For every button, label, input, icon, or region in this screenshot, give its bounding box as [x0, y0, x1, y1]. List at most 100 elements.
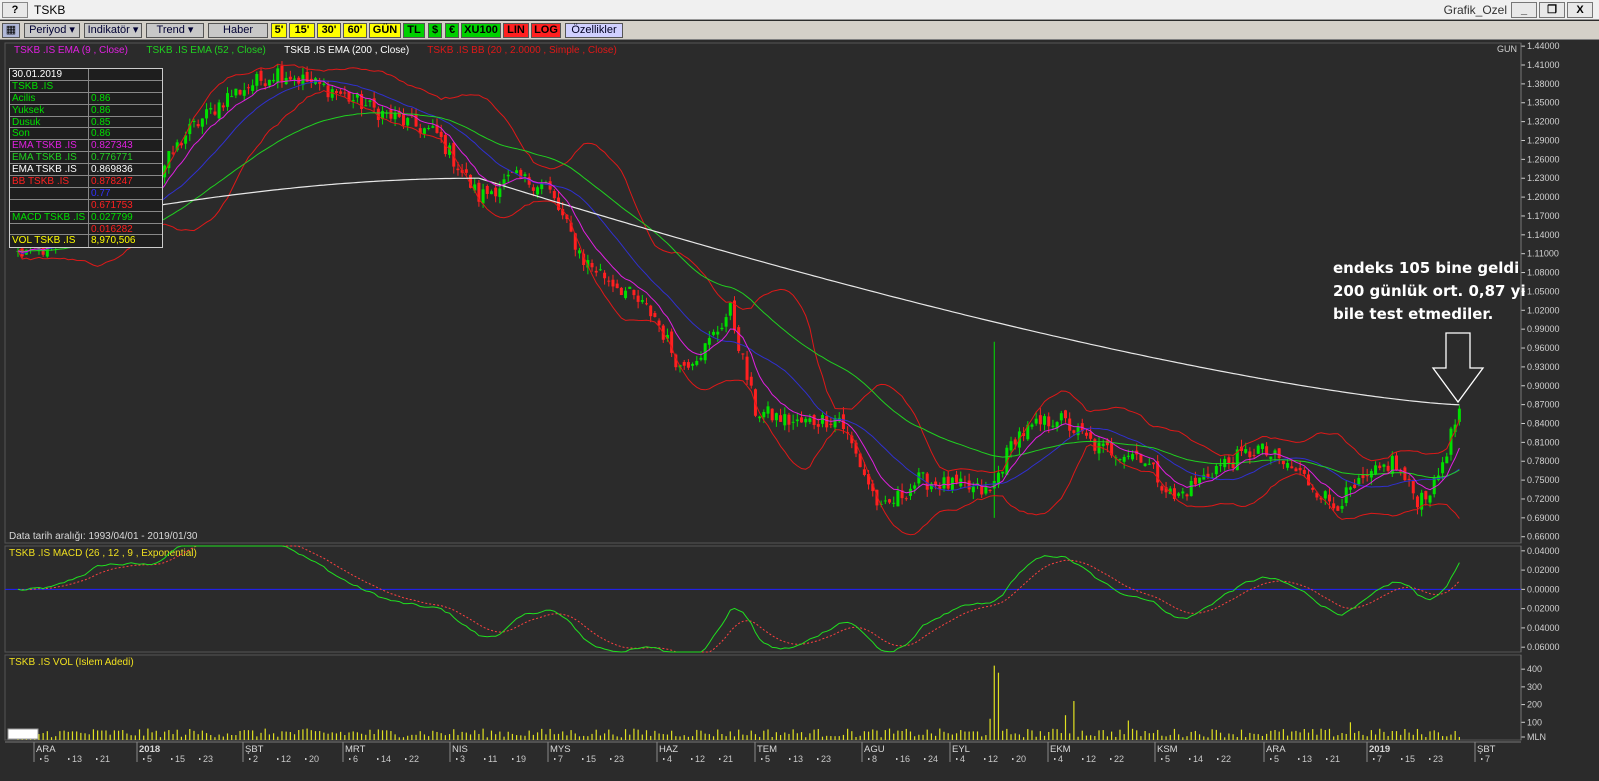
candle-body	[1252, 455, 1256, 457]
toolbar-button-12[interactable]: XU100	[461, 23, 501, 38]
candle-body	[431, 126, 435, 128]
day-tick	[1217, 758, 1219, 760]
candle-body	[217, 102, 221, 119]
toolbar-button-11[interactable]: €	[445, 23, 459, 38]
toolbar-button-14[interactable]: LOG	[531, 23, 561, 38]
candle-body	[1177, 493, 1181, 496]
candle-body	[293, 78, 297, 80]
candle-body	[1185, 494, 1189, 497]
toolbar-button-3[interactable]: Haber	[208, 23, 268, 38]
day-label: 2	[253, 754, 258, 764]
y-tick-label: 1.32000	[1527, 117, 1560, 127]
candle-body	[728, 302, 732, 316]
candle-body	[489, 191, 493, 195]
volume-title: TSKB .IS VOL (Islem Adedi)	[9, 657, 134, 668]
day-label: 5	[1274, 754, 1279, 764]
candle-body	[1298, 467, 1302, 471]
toolbar-button-5[interactable]: 15'	[289, 23, 315, 38]
day-tick	[1012, 758, 1014, 760]
candle-body	[883, 500, 887, 502]
toolbar-button-4[interactable]: 5'	[271, 23, 287, 38]
info-row: 0.77	[10, 187, 162, 200]
candle-body	[737, 327, 741, 351]
candle-body	[1064, 410, 1067, 419]
window-titlebar: ? TSKB Grafik_Ozel _ ❐ X	[0, 0, 1599, 20]
y-tick-label: 1.35000	[1527, 98, 1560, 108]
candle-body	[1277, 448, 1281, 459]
toolbar-button-0[interactable]: Periyod ▾	[24, 23, 80, 38]
candle-body	[1378, 465, 1382, 469]
toolbar-button-9[interactable]: TL	[403, 23, 425, 38]
candle-body	[1097, 442, 1101, 454]
info-row: BB TSKB .IS 0.878247	[10, 176, 162, 188]
toolbar-button-1[interactable]: Indikatör ▾	[84, 23, 142, 38]
candle-body	[1290, 466, 1294, 469]
day-tick	[277, 758, 279, 760]
candle-body	[1445, 456, 1449, 464]
info-value: 0.878247	[91, 176, 133, 187]
candle-body	[716, 331, 720, 335]
day-tick	[896, 758, 898, 760]
candle-body	[1089, 432, 1093, 439]
legend-entry: TSKB .IS EMA (52 , Close)	[146, 45, 265, 56]
candle-body	[1047, 416, 1051, 427]
candle-body	[1441, 462, 1445, 474]
info-value: 0.827343	[91, 140, 133, 152]
y-tick-label: 0.96000	[1527, 343, 1560, 353]
app-icon: ▦	[2, 23, 20, 38]
info-value	[89, 81, 162, 92]
candle-body	[552, 191, 556, 199]
y-tick-label: 1.29000	[1527, 135, 1560, 145]
info-box: 30.01.2019 TSKB .IS Acilis 0.86 Yuksek 0.86…	[9, 68, 163, 249]
candle-body	[611, 279, 615, 287]
toolbar-button-15[interactable]: Özellikler	[565, 23, 623, 38]
annotation-line: endeks 105 bine geldi	[1333, 259, 1520, 277]
day-tick	[1161, 758, 1163, 760]
help-button[interactable]: ?	[2, 2, 28, 18]
info-value: 0.027799	[91, 211, 133, 223]
day-label: 22	[1221, 754, 1231, 764]
candle-body	[699, 357, 703, 360]
candle-body	[1151, 462, 1155, 465]
y-tick-label: 1.44000	[1527, 41, 1560, 51]
day-label: 20	[309, 754, 319, 764]
candle-body	[825, 415, 829, 428]
candle-body	[393, 113, 397, 120]
candle-body	[246, 87, 250, 89]
candle-body	[1248, 451, 1252, 458]
info-key: Dusuk	[10, 116, 89, 128]
toolbar-button-10[interactable]: $	[428, 23, 442, 38]
toolbar-button-13[interactable]: LIN	[503, 23, 529, 38]
y-tick-label: 0.87000	[1527, 400, 1560, 410]
candle-body	[1038, 415, 1042, 425]
candle-body	[628, 286, 632, 289]
toolbar-button-7[interactable]: 60'	[343, 23, 367, 38]
candle-body	[221, 105, 225, 108]
candle-body	[691, 363, 695, 366]
close-button[interactable]: X	[1567, 2, 1593, 18]
info-key	[10, 223, 89, 235]
candle-body	[942, 477, 946, 489]
candle-body	[1374, 465, 1378, 474]
candle-body	[1302, 470, 1306, 474]
toolbar-button-8[interactable]: GÜN	[369, 23, 401, 38]
candle-body	[619, 287, 623, 295]
candle-body	[1424, 491, 1428, 500]
candle-body	[406, 118, 410, 126]
y-tick-label: 0.78000	[1527, 456, 1560, 466]
toolbar-button-2[interactable]: Trend ▾	[146, 23, 204, 38]
day-tick	[1110, 758, 1112, 760]
candle-body	[1357, 478, 1361, 485]
candle-body	[401, 113, 405, 126]
minimize-button[interactable]: _	[1511, 2, 1537, 18]
day-label: 23	[1433, 754, 1443, 764]
info-value: 0.671753	[91, 199, 133, 211]
info-row: EMA TSKB .IS 0.776771	[10, 152, 162, 165]
toolbar-button-6[interactable]: 30'	[317, 23, 341, 38]
restore-button[interactable]: ❐	[1539, 2, 1565, 18]
candle-body	[741, 353, 745, 355]
logo-icon	[7, 728, 39, 740]
legend-entry: TSKB .IS EMA (9 , Close)	[14, 45, 128, 56]
candle-body	[242, 90, 246, 96]
day-tick	[456, 758, 458, 760]
